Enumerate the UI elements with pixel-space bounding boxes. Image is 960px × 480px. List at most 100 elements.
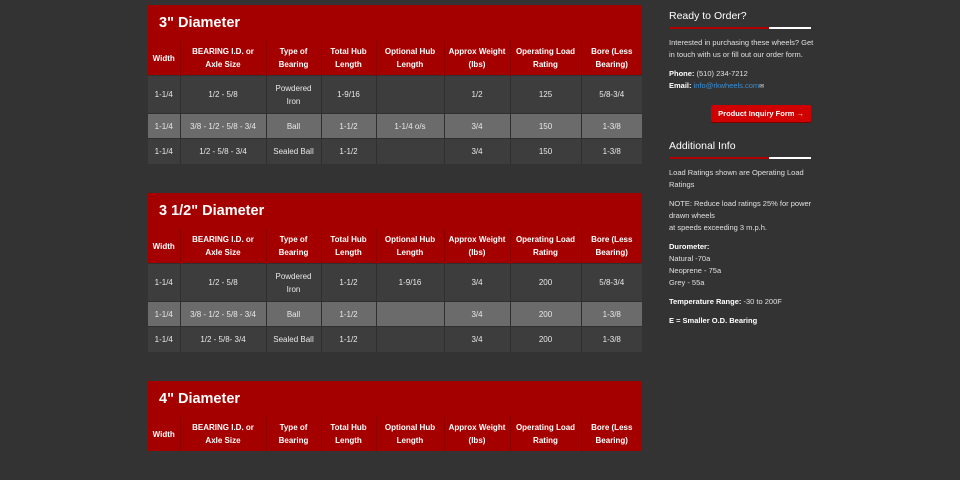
durometer-info: Durometer: Natural -70a Neoprene - 75a G… [669, 241, 814, 289]
order-title: Ready to Order? [669, 10, 747, 22]
col-header: Operating Load Rating [510, 41, 582, 76]
table-cell: 3/8 - 1/2 - 5/8 - 3/4 [180, 301, 267, 327]
col-header: Optional Hub Length [376, 417, 445, 451]
col-header: Type of Bearing [266, 229, 322, 264]
table-cell: 1-1/2 [321, 263, 377, 302]
col-header: Operating Load Rating [510, 229, 582, 264]
table-cell: 1-1/4 [148, 301, 181, 327]
col-header: Bore (Less Bearing) [581, 229, 642, 264]
panel-3-diameter: 3" Diameter Width BEARING I.D. or Axle S… [148, 5, 642, 164]
table-cell: 1/2 - 5/8 - 3/4 [180, 138, 267, 164]
table-cell: Powdered Iron [266, 263, 322, 302]
email-link[interactable]: info@rkwheels.com [694, 81, 760, 90]
order-text: Interested in purchasing these wheels? G… [669, 38, 814, 59]
title-divider [669, 157, 811, 159]
table-cell: Ball [266, 113, 322, 139]
temperature-value: -30 to 200F [743, 297, 782, 306]
panel-3-5-diameter: 3 1/2" Diameter Width BEARING I.D. or Ax… [148, 193, 642, 352]
table-cell: Ball [266, 301, 322, 327]
e-note: E = Smaller O.D. Bearing [669, 315, 814, 327]
table-cell [376, 326, 445, 352]
col-header: Approx Weight (lbs) [444, 417, 511, 451]
table-cell: 200 [510, 263, 582, 302]
table-cell [376, 138, 445, 164]
durometer-grey: Grey - 55a [669, 278, 705, 287]
table-cell: 125 [510, 75, 582, 114]
col-header: Bore (Less Bearing) [581, 41, 642, 76]
main-content: 3" Diameter Width BEARING I.D. or Axle S… [148, 5, 642, 480]
table-cell: 200 [510, 326, 582, 352]
button-wrap: Product Inquiry Form → [669, 103, 814, 122]
col-header: BEARING I.D. or Axle Size [180, 41, 267, 76]
table-row: 1-1/4 1/2 - 5/8 - 3/4 Sealed Ball 1-1/2 … [148, 138, 642, 164]
spec-table: Width BEARING I.D. or Axle Size Type of … [148, 229, 642, 352]
table-cell: 3/4 [444, 263, 511, 302]
col-header: Bore (Less Bearing) [581, 417, 642, 451]
col-header: Width [148, 229, 181, 264]
col-header: BEARING I.D. or Axle Size [180, 229, 267, 264]
panel-title: 3" Diameter [148, 5, 642, 41]
col-header: Total Hub Length [321, 229, 377, 264]
table-row: 1-1/4 3/8 - 1/2 - 5/8 - 3/4 Ball 1-1/2 1… [148, 113, 642, 139]
envelope-icon: ✉ [759, 84, 765, 90]
sidebar: Ready to Order? Interested in purchasing… [669, 0, 814, 334]
table-header-row: Width BEARING I.D. or Axle Size Type of … [148, 41, 642, 76]
info-title: Additional Info [669, 140, 736, 152]
table-cell [376, 75, 445, 114]
table-cell: 3/8 - 1/2 - 5/8 - 3/4 [180, 113, 267, 139]
table-cell: 3/4 [444, 138, 511, 164]
table-cell: 3/4 [444, 326, 511, 352]
table-cell: 1-1/2 [321, 301, 377, 327]
table-cell: 1-3/8 [581, 138, 642, 164]
spec-table: Width BEARING I.D. or Axle Size Type of … [148, 41, 642, 164]
temperature-info: Temperature Range: -30 to 200F [669, 296, 814, 308]
info-load-ratings: Load Ratings shown are Operating Load Ra… [669, 168, 804, 189]
title-divider [669, 27, 811, 29]
durometer-natural: Natural -70a [669, 254, 711, 263]
col-header: Type of Bearing [266, 41, 322, 76]
col-header: Total Hub Length [321, 417, 377, 451]
table-cell: 1-1/2 [321, 113, 377, 139]
table-row: 1-1/4 1/2 - 5/8- 3/4 Sealed Ball 1-1/2 3… [148, 326, 642, 352]
table-cell: 1-1/4 [148, 113, 181, 139]
table-row: 1-1/4 3/8 - 1/2 - 5/8 - 3/4 Ball 1-1/2 3… [148, 301, 642, 327]
email-label: Email: [669, 81, 692, 90]
col-header: Width [148, 417, 181, 451]
table-cell: 5/8-3/4 [581, 75, 642, 114]
phone-number: (510) 234-7212 [696, 69, 748, 78]
table-cell: 1-1/2 [321, 326, 377, 352]
table-cell: 3/4 [444, 301, 511, 327]
table-cell: 1-3/8 [581, 301, 642, 327]
spec-table: Width BEARING I.D. or Axle Size Type of … [148, 417, 642, 451]
table-cell: 1/2 - 5/8 [180, 75, 267, 114]
panel-title: 4" Diameter [148, 381, 642, 417]
product-inquiry-form-button[interactable]: Product Inquiry Form → [711, 105, 811, 122]
table-cell: 1-3/8 [581, 326, 642, 352]
table-cell: 1-9/16 [376, 263, 445, 302]
table-cell: Sealed Ball [266, 326, 322, 352]
col-header: BEARING I.D. or Axle Size [180, 417, 267, 451]
table-cell: 1-3/8 [581, 113, 642, 139]
contact-info: Phone: (510) 234-7212 Email: info@rkwhee… [669, 68, 814, 93]
table-cell: 1-1/4 o/s [376, 113, 445, 139]
phone-label: Phone: [669, 69, 695, 78]
table-cell: 1/2 - 5/8- 3/4 [180, 326, 267, 352]
table-cell: 1-1/4 [148, 138, 181, 164]
table-cell: Powdered Iron [266, 75, 322, 114]
table-row: 1-1/4 1/2 - 5/8 Powdered Iron 1-1/2 1-9/… [148, 263, 642, 302]
col-header: Approx Weight (lbs) [444, 41, 511, 76]
durometer-neoprene: Neoprene - 75a [669, 266, 722, 275]
info-note: NOTE: Reduce load ratings 25% for power … [669, 198, 814, 234]
col-header: Type of Bearing [266, 417, 322, 451]
col-header: Total Hub Length [321, 41, 377, 76]
table-cell: 1/2 [444, 75, 511, 114]
panel-4-diameter: 4" Diameter Width BEARING I.D. or Axle S… [148, 381, 642, 451]
table-cell: 1-1/4 [148, 263, 181, 302]
table-cell: 1-1/4 [148, 326, 181, 352]
info-note-line2: at speeds exceeding 3 m.p.h. [669, 223, 767, 232]
table-header-row: Width BEARING I.D. or Axle Size Type of … [148, 229, 642, 264]
table-row: 1-1/4 1/2 - 5/8 Powdered Iron 1-9/16 1/2… [148, 75, 642, 114]
table-cell: 1-1/2 [321, 138, 377, 164]
panel-title: 3 1/2" Diameter [148, 193, 642, 229]
table-cell: 150 [510, 113, 582, 139]
